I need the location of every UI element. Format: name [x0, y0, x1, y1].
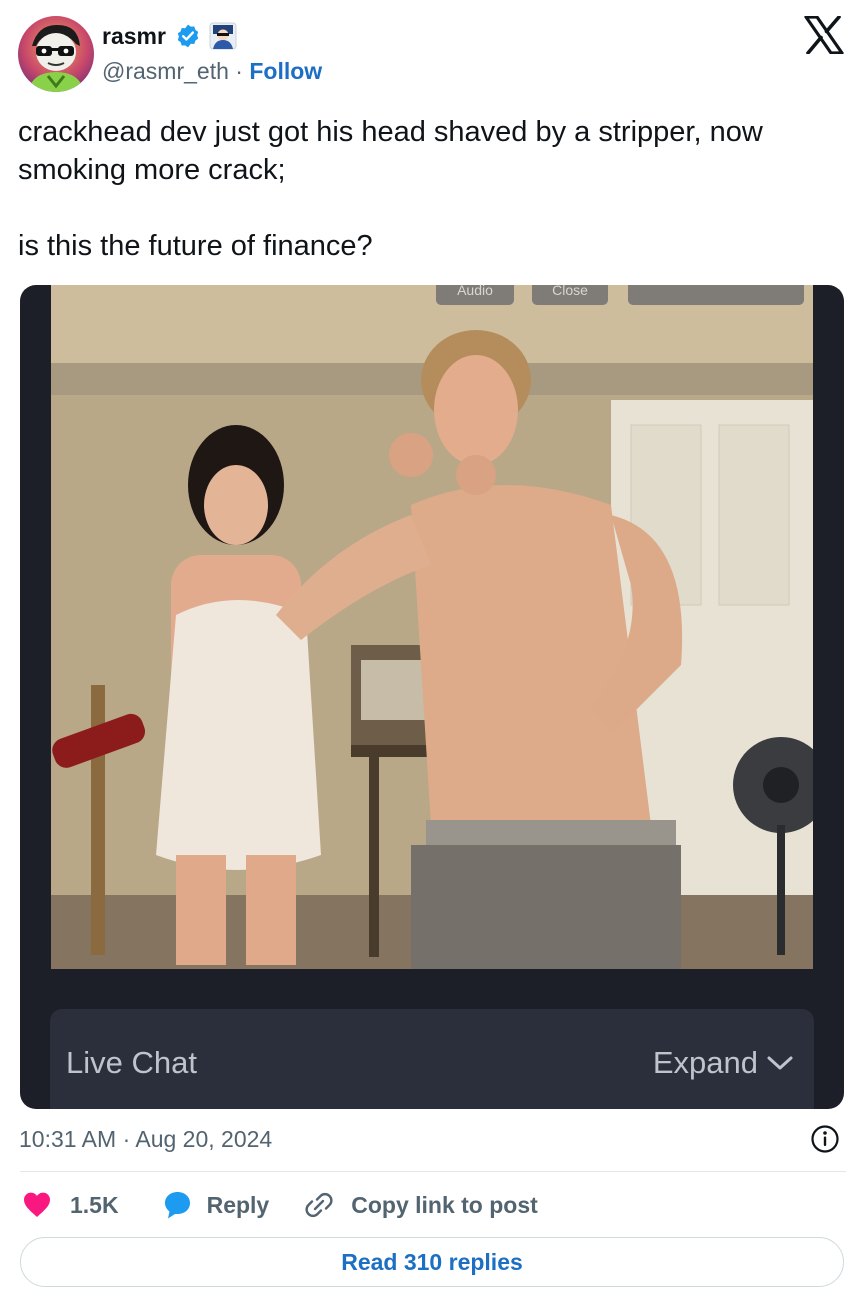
copy-link-label: Copy link to post [351, 1191, 538, 1218]
overlay-button[interactable] [628, 285, 804, 305]
live-chat-label: Live Chat [66, 1045, 197, 1080]
tweet-text: crackhead dev just got his head shaved b… [18, 113, 848, 265]
video-frame-image[interactable] [51, 285, 813, 969]
avatar[interactable] [18, 16, 94, 92]
divider [20, 1171, 846, 1172]
live-chat-bar: Live Chat Expand [50, 1009, 814, 1109]
x-logo-icon[interactable] [804, 15, 844, 55]
reply-bubble-icon [164, 1192, 190, 1219]
link-icon [305, 1192, 333, 1218]
like-button[interactable]: 1.5K [22, 1191, 119, 1219]
post-timestamp[interactable]: 10:31 AM · Aug 20, 2024 [19, 1126, 272, 1153]
verified-badge-icon [175, 23, 201, 49]
expand-button[interactable]: Expand [653, 1045, 794, 1081]
tweet-text-line: is this the future of finance? [18, 230, 373, 262]
like-count: 1.5K [70, 1191, 119, 1218]
author-handle[interactable]: @rasmr_eth [102, 58, 229, 84]
video-media[interactable]: Audio Close Live Chat Expand [20, 285, 844, 1109]
heart-icon [24, 1192, 50, 1217]
action-bar: 1.5K Reply Copy link to post [22, 1185, 538, 1225]
author-handle-row: @rasmr_eth · Follow [102, 58, 322, 85]
reply-button[interactable]: Reply [161, 1190, 270, 1220]
audio-overlay-button[interactable]: Audio [436, 285, 514, 305]
follow-button[interactable]: Follow [249, 58, 322, 84]
read-replies-button[interactable]: Read 310 replies [20, 1237, 844, 1287]
reply-label: Reply [206, 1191, 270, 1218]
close-overlay-button[interactable]: Close [532, 285, 608, 305]
chevron-down-icon [767, 1056, 793, 1070]
author-name[interactable]: rasmr [102, 23, 166, 50]
copy-link-button[interactable]: Copy link to post [305, 1191, 538, 1219]
expand-label: Expand [652, 1045, 758, 1080]
tweet-text-line: crackhead dev just got his head shaved b… [18, 116, 763, 186]
info-icon[interactable] [810, 1124, 840, 1154]
affiliate-badge-icon[interactable] [209, 22, 237, 50]
handle-separator: · [235, 58, 243, 84]
